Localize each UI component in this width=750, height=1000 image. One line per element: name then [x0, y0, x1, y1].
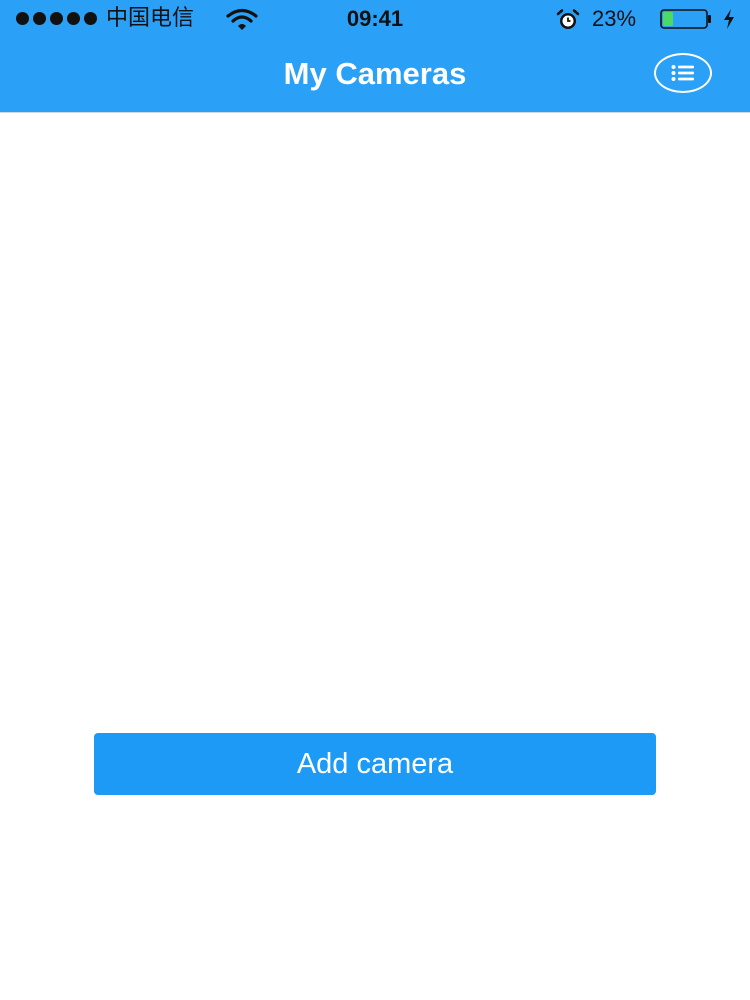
app-header: 中国电信 09:41 23% My Cameras	[0, 0, 750, 113]
page-title: My Cameras	[283, 56, 467, 91]
status-bar: 中国电信 09:41 23%	[0, 0, 750, 40]
status-time: 09:41	[346, 6, 404, 31]
battery-percentage: 23%	[592, 6, 637, 31]
menu-button[interactable]	[654, 53, 712, 93]
list-icon	[671, 65, 694, 81]
my-cameras-screen: 中国电信 09:41 23% My Cameras Add camera	[0, 0, 750, 1000]
camera-list-area: Add camera	[0, 113, 750, 1000]
alarm-clock-icon	[556, 9, 580, 29]
battery-icon	[660, 9, 711, 29]
add-camera-button[interactable]: Add camera	[94, 733, 656, 795]
bolt-icon	[724, 9, 734, 29]
nav-bar: My Cameras	[0, 40, 750, 112]
